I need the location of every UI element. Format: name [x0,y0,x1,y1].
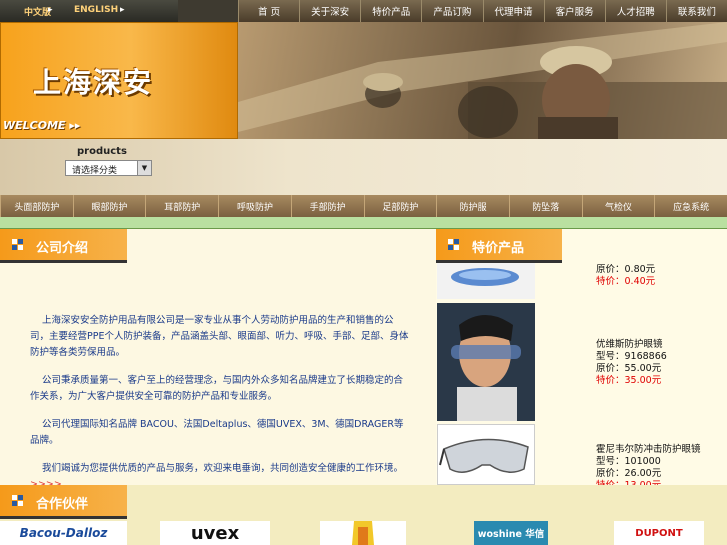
special-name: 优维斯防护眼镜 [596,339,663,350]
category-bar: 头面部防护 眼部防护 耳部防护 呼吸防护 手部防护 足部防护 防护服 防坠落 气… [0,195,727,217]
category-emergency[interactable]: 应急系统 [654,195,727,217]
intro-title: 公司介绍 [36,241,89,256]
nav-contact[interactable]: 联系我们 [665,0,727,22]
lang-english-link[interactable]: ENGLISH [74,5,118,15]
partner-logo-woshine[interactable]: woshine 华信 [474,521,548,545]
category-gas-detector[interactable]: 气检仪 [581,195,655,217]
top-spacer [178,0,238,22]
special-price: 原价：0.80元 [596,264,656,275]
squares-icon [448,239,460,251]
nav-service[interactable]: 客户服务 [543,0,605,22]
nav-about[interactable]: 关于深安 [299,0,360,22]
nav-order[interactable]: 产品订购 [421,0,482,22]
special-price: 原价：55.00元 [596,363,662,374]
workers-photo [238,22,727,139]
chevron-down-icon[interactable]: ▼ [137,161,151,175]
intro-paragraph: 上海深安安全防护用品有限公司是一家专业从事个人劳动防护用品的生产和销售的公司，主… [30,315,409,358]
special-sale-price: 特价：35.00元 [596,375,662,386]
product-image-goggles[interactable] [437,303,535,421]
special-sale-price: 特价：0.40元 [596,276,656,287]
nav-agent[interactable]: 代理申请 [482,0,544,22]
partner-logo-3[interactable] [320,521,406,545]
intro-paragraph: 公司秉承质量第一、客户至上的经营理念，与国内外众多知名品牌建立了长期稳定的合作关… [30,375,404,402]
special-code: 型号：101000 [596,456,661,467]
squares-icon [12,239,24,251]
specials-title: 特价产品 [472,241,525,256]
product-image-glasses[interactable] [437,424,535,485]
category-respiratory[interactable]: 呼吸防护 [218,195,291,217]
intro-paragraph: 公司代理国际知名品牌 BACOU、法国Deltaplus、德国UVEX、3M、德… [30,419,404,446]
special-item-1: 原价：0.80元 特价：0.40元 [596,264,655,288]
special-code: 型号：9168866 [596,351,667,362]
welcome-text: WELCOME ▸▸ [3,119,81,132]
nav-jobs[interactable]: 人才招聘 [604,0,666,22]
nav-home[interactable]: 首 页 [238,0,299,22]
product-image-earplug[interactable] [437,263,535,299]
partners-title-bar: 合作伙伴 [0,485,127,519]
category-eye[interactable]: 眼部防护 [72,195,146,217]
squares-icon [12,495,24,507]
top-navigation: 首 页 关于深安 特价产品 产品订购 代理申请 客户服务 人才招聘 联系我们 [238,0,727,22]
earplug-image [451,268,519,286]
partner-logo-dupont[interactable]: DUPONT [614,521,704,545]
logo-panel: 上海深安 WELCOME ▸▸ [0,22,238,139]
special-price: 原价：26.00元 [596,468,662,479]
products-label: products [77,146,127,157]
category-ear[interactable]: 耳部防护 [145,195,218,217]
select-value: 请选择分类 [72,166,118,176]
partners-title: 合作伙伴 [36,497,89,512]
goggles-model-image [437,303,535,421]
language-bar: 中文版 ▸ ENGLISH ▸ [0,0,178,22]
partner-emblem [352,521,374,545]
intro-body: 上海深安安全防护用品有限公司是一家专业从事个人劳动防护用品的生产和销售的公司，主… [30,313,412,505]
specials-title-bar: 特价产品 [436,229,562,263]
category-foot[interactable]: 足部防护 [363,195,437,217]
category-head[interactable]: 头面部防护 [0,195,73,217]
safety-glasses-image [439,438,529,473]
partner-logo-uvex[interactable]: uvex [160,521,270,545]
nav-specials[interactable]: 特价产品 [360,0,421,22]
product-category-select[interactable]: 请选择分类 ▼ [65,160,152,176]
intro-paragraph: 我们竭诚为您提供优质的产品与服务，欢迎来电垂询，共同创造安全健康的工作环境。 [42,463,404,474]
special-name: 霍尼韦尔防冲击防护眼镜 [596,444,701,455]
lang-chinese-link[interactable]: 中文版 [24,5,51,18]
banner-photo [238,22,727,139]
category-clothing[interactable]: 防护服 [436,195,509,217]
intro-title-bar: 公司介绍 [0,229,127,263]
category-fall[interactable]: 防坠落 [508,195,582,217]
partner-logo-bacou[interactable]: Bacou-Dalloz [0,521,127,545]
logo-text: 上海深安 [33,66,154,99]
category-hand[interactable]: 手部防护 [290,195,364,217]
page: 中文版 ▸ ENGLISH ▸ 首 页 关于深安 特价产品 产品订购 代理申请 … [0,0,727,545]
arrow-right-icon: ▸ [48,5,53,15]
arrow-right-icon: ▸ [120,5,125,15]
green-divider [0,217,727,229]
special-item-2: 优维斯防护眼镜 型号：9168866 原价：55.00元 特价：35.00元 [596,339,667,387]
